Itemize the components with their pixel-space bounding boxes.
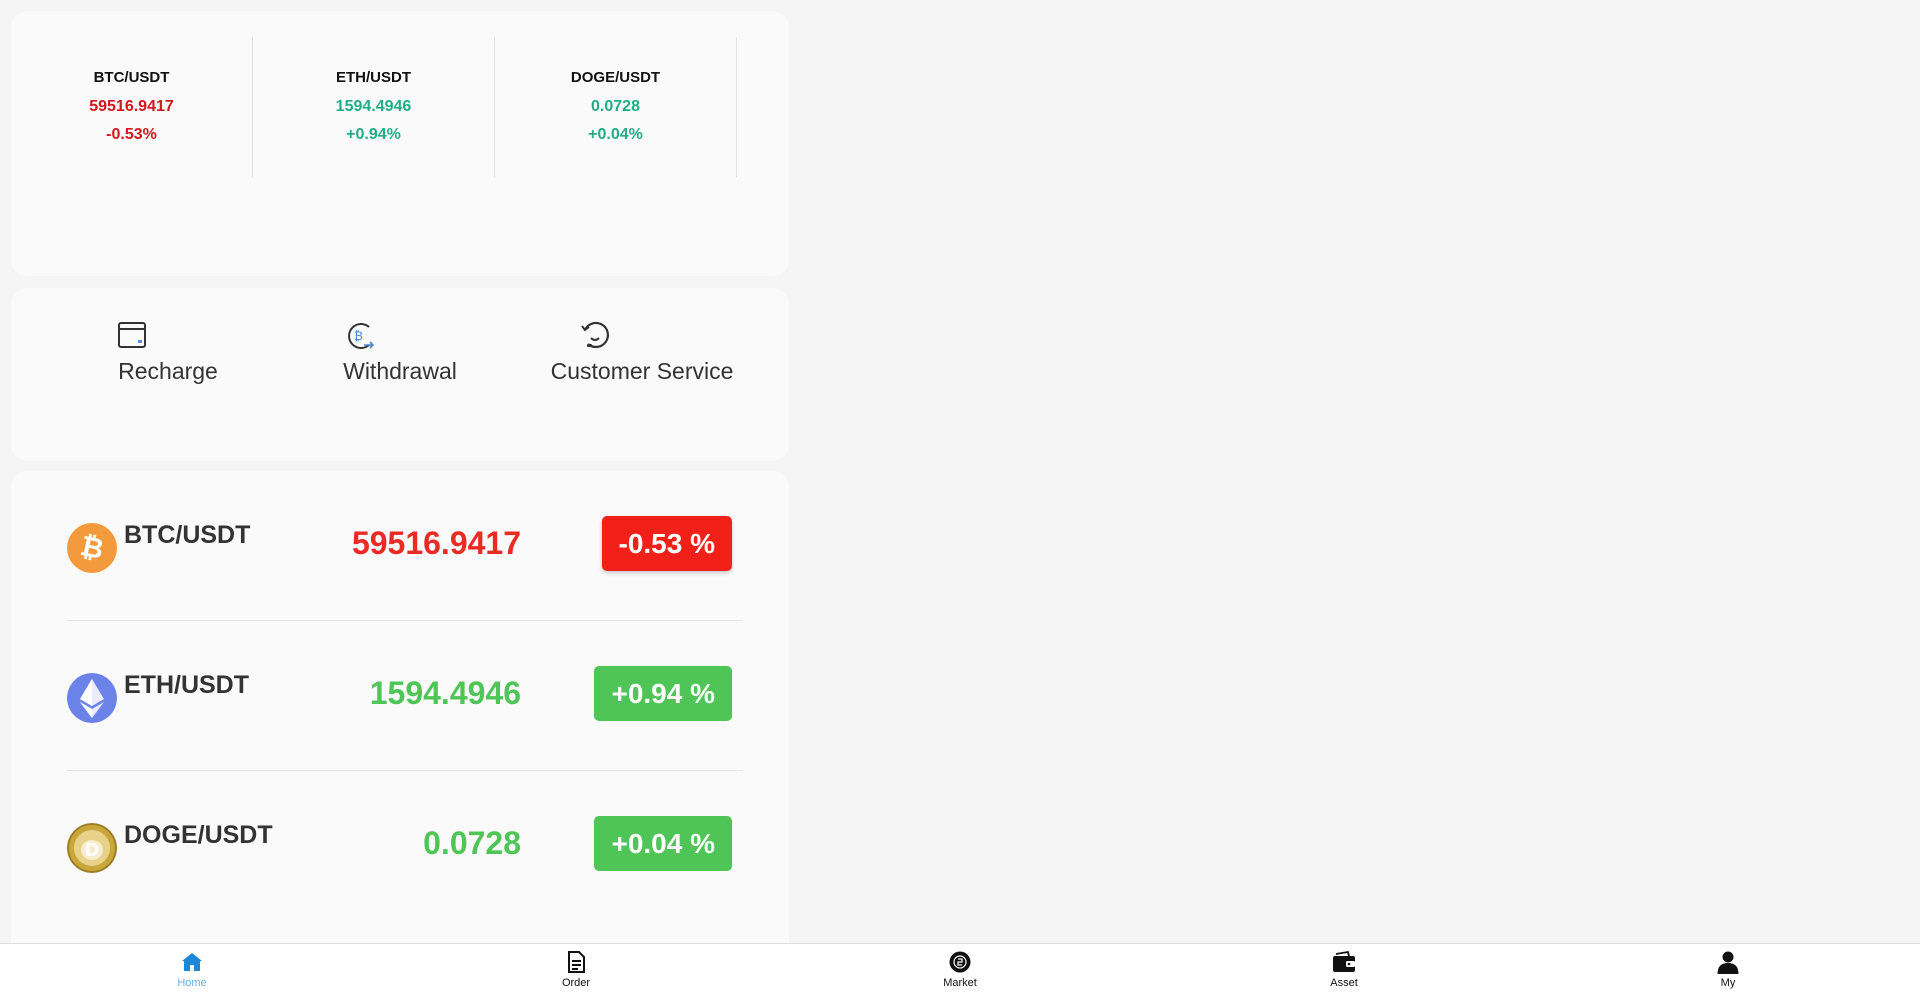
document-icon [568,951,585,973]
coin-price: 0.0728 [423,825,521,861]
home-icon [182,953,202,971]
coin-price: 59516.9417 [351,525,521,561]
ticker-pair: ETH/USDT [336,69,411,86]
bitcoin-transfer-icon: ₿ [348,323,375,349]
market-icon [949,951,971,973]
tab-label: Order [561,977,591,989]
tab-home[interactable]: Home [0,944,384,993]
quick-actions-card: Recharge ₿ Withdrawal Customer Service [11,288,789,461]
tab-order[interactable]: Order [384,944,768,993]
ticker-change: +0.04% [588,126,643,143]
tab-label: Asset [1330,977,1358,989]
action-label: Recharge [118,358,218,384]
wallet-card-icon [118,322,146,348]
market-row-doge[interactable]: D DOGE/USDT 0.0728 +0.04 % [67,771,743,921]
ticker-pair: DOGE/USDT [570,69,661,86]
market-row-eth[interactable]: ETH/USDT 1594.4946 +0.94 % [67,621,743,771]
coin-pair: DOGE/USDT [124,821,273,849]
coin-pair: ETH/USDT [124,671,249,699]
action-label: Customer Service [550,358,734,384]
svg-text:D: D [85,840,100,861]
change-badge: +0.04 % [594,816,732,871]
ethereum-icon [67,673,117,723]
tab-my[interactable]: My [1536,944,1920,993]
coin-price: 1594.4946 [369,675,521,711]
action-label: Withdrawal [343,358,457,384]
bottom-tab-bar: Home Order Market Asset My [0,943,1920,993]
tab-market[interactable]: Market [768,944,1152,993]
ticker-card: BTC/USDT 59516.9417 -0.53% ETH/USDT 1594… [11,11,789,276]
customer-service-button[interactable]: Customer Service [542,318,742,386]
recharge-button[interactable]: Recharge [68,318,268,386]
headset-icon [581,321,609,349]
ticker-change: -0.53% [106,126,157,143]
tab-asset[interactable]: Asset [1152,944,1536,993]
wallet-icon [1333,950,1355,972]
ticker-price: 1594.4946 [335,98,412,115]
market-row-btc[interactable]: ₿ BTC/USDT 59516.9417 -0.53 % [67,471,743,621]
ticker-row: BTC/USDT 59516.9417 -0.53% ETH/USDT 1594… [11,37,737,177]
change-badge: -0.53 % [601,516,732,571]
svg-text:₿: ₿ [354,329,363,343]
ticker-price: 0.0728 [591,98,640,115]
tab-label: Home [177,977,207,989]
ticker-doge[interactable]: DOGE/USDT 0.0728 +0.04% [495,37,737,177]
ticker-price: 59516.9417 [89,98,174,115]
market-list-card: ₿ BTC/USDT 59516.9417 -0.53 % ETH/USDT 1… [11,471,789,993]
coin-pair: BTC/USDT [124,521,251,549]
ticker-change: +0.94% [346,126,401,143]
change-badge: +0.94 % [594,666,732,721]
withdrawal-button[interactable]: ₿ Withdrawal [300,318,500,386]
ticker-eth[interactable]: ETH/USDT 1594.4946 +0.94% [253,37,495,177]
user-icon [1717,951,1739,974]
tab-label: Market [943,977,977,989]
bitcoin-icon: ₿ [67,523,117,573]
ticker-btc[interactable]: BTC/USDT 59516.9417 -0.53% [11,37,253,177]
dogecoin-icon: D [67,823,117,873]
ticker-pair: BTC/USDT [93,69,170,86]
tab-label: My [1720,977,1736,989]
